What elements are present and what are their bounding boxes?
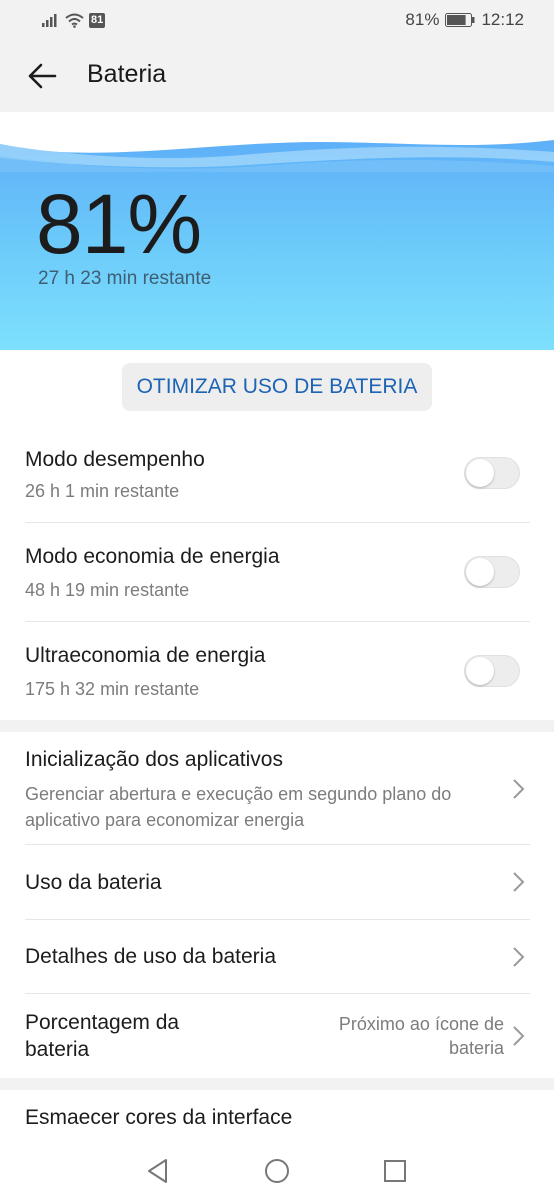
dim-colors-title: Esmaecer cores da interface <box>25 1106 293 1129</box>
triangle-back-icon[interactable] <box>144 1157 172 1185</box>
page-title: Bateria <box>87 60 167 88</box>
status-left-icons: 81 <box>42 9 106 31</box>
app-bar: Bateria <box>0 40 554 112</box>
chevron-right-icon <box>513 947 525 967</box>
battery-percentage-row[interactable]: Porcentagem da bateria Próximo ao ícone … <box>0 994 554 1078</box>
mode-subtitle: 175 h 32 min restante <box>25 679 200 699</box>
status-right-info: 81% 12:12 <box>405 9 524 31</box>
battery-usage-title: Uso da bateria <box>25 871 162 894</box>
app-launch-title: Inicialização dos aplicativos <box>25 748 283 771</box>
signal-icon <box>42 14 57 27</box>
optimize-battery-button[interactable]: OTIMIZAR USO DE BATERIA <box>122 363 432 411</box>
wave-decoration <box>0 112 554 172</box>
toggle-knob <box>466 657 494 685</box>
mode-title: Ultraeconomia de energia <box>25 644 266 667</box>
circle-home-icon[interactable] <box>263 1157 291 1185</box>
performance-mode-toggle[interactable] <box>464 457 520 489</box>
status-bar: 81 81% 12:12 <box>0 0 554 40</box>
toggle-knob <box>466 558 494 586</box>
mode-subtitle: 48 h 19 min restante <box>25 580 190 600</box>
wifi-icon <box>65 13 84 28</box>
power-saving-mode-toggle[interactable] <box>464 556 520 588</box>
battery-percentage-title-line1: Porcentagem da <box>25 1011 180 1034</box>
dim-colors-row[interactable]: Esmaecer cores da interface <box>0 1090 554 1140</box>
status-time: 12:12 <box>481 10 524 29</box>
battery-percentage-value-line1: Próximo ao ícone de <box>338 1014 504 1034</box>
mode-row-ultra-saving[interactable]: Ultraeconomia de energia 175 h 32 min re… <box>0 622 554 720</box>
back-button[interactable] <box>22 56 62 96</box>
battery-remaining-time: 27 h 23 min restante <box>38 268 212 289</box>
navigation-bar <box>0 1140 554 1200</box>
arrow-left-icon <box>28 63 57 89</box>
ultra-saving-mode-toggle[interactable] <box>464 655 520 687</box>
app-launch-subtitle-line2: aplicativo para economizar energia <box>25 810 305 830</box>
battery-percentage-title-line2: bateria <box>25 1038 90 1061</box>
battery-hero: 81% 27 h 23 min restante <box>0 112 554 350</box>
sim-badge: 81 <box>89 12 106 28</box>
mode-title: Modo economia de energia <box>25 545 280 568</box>
section-separator <box>0 1078 554 1090</box>
square-recents-icon[interactable] <box>381 1157 409 1185</box>
app-launch-subtitle-line1: Gerenciar abertura e execução em segundo… <box>25 784 452 804</box>
mode-row-power-saving[interactable]: Modo economia de energia 48 h 19 min res… <box>0 523 554 621</box>
app-launch-row[interactable]: Inicialização dos aplicativos Gerenciar … <box>0 732 554 844</box>
battery-level-large: 81% <box>36 177 202 271</box>
chevron-right-icon <box>513 779 525 799</box>
battery-icon <box>445 13 475 27</box>
status-battery-percent: 81% <box>405 10 440 29</box>
battery-usage-row[interactable]: Uso da bateria <box>0 845 554 919</box>
usage-details-row[interactable]: Detalhes de uso da bateria <box>0 920 554 993</box>
toggle-knob <box>466 459 494 487</box>
chevron-right-icon <box>513 872 525 892</box>
mode-title: Modo desempenho <box>25 448 205 471</box>
mode-subtitle: 26 h 1 min restante <box>25 481 180 501</box>
battery-percentage-value-line2: bateria <box>448 1038 504 1058</box>
mode-row-performance[interactable]: Modo desempenho 26 h 1 min restante <box>0 430 554 522</box>
usage-details-title: Detalhes de uso da bateria <box>25 945 277 968</box>
chevron-right-icon <box>513 1026 525 1046</box>
section-separator <box>0 720 554 732</box>
